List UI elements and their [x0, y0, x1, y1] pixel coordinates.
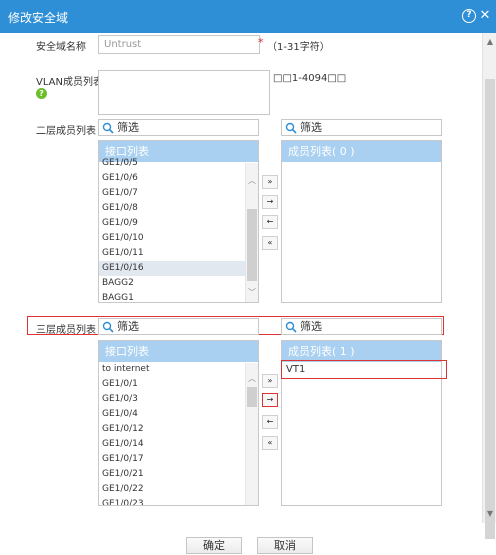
layer2-list-scrollbar[interactable]: ︿ ﹀	[245, 163, 258, 302]
layer2-label: 二层成员列表	[36, 126, 96, 137]
scroll-thumb[interactable]	[485, 79, 495, 539]
search-icon	[102, 321, 114, 333]
dialog-titlebar: 修改安全域 ? ✕	[0, 0, 496, 33]
list-item[interactable]: GE1/0/10	[99, 231, 258, 246]
list-item[interactable]: BAGG2	[99, 276, 258, 291]
list-item[interactable]: GE1/0/1	[99, 377, 258, 392]
layer2-filter-left[interactable]: 筛选	[98, 119, 259, 136]
vlan-textarea[interactable]	[98, 70, 270, 115]
search-icon	[285, 321, 297, 333]
vlan-label: VLAN成员列表	[36, 77, 103, 88]
remove-button[interactable]: ←	[262, 415, 278, 429]
remove-button[interactable]: ←	[262, 215, 278, 229]
search-icon	[102, 122, 114, 134]
chevron-down-icon[interactable]: ﹀	[246, 287, 258, 299]
list-item[interactable]: GE1/0/11	[99, 246, 258, 261]
dialog-scrollbar[interactable]: ▲ ▼	[482, 33, 496, 539]
ok-button[interactable]: 确定	[186, 537, 242, 554]
add-button[interactable]: →	[262, 393, 278, 407]
chevron-up-icon[interactable]: ︿	[246, 373, 258, 385]
layer3-list-scrollbar[interactable]: ︿	[245, 363, 258, 505]
scroll-thumb[interactable]	[247, 209, 257, 281]
list-item[interactable]: GE1/0/22	[99, 482, 258, 497]
vt1-highlight-box	[281, 360, 447, 379]
list-item[interactable]: GE1/0/12	[99, 422, 258, 437]
list-item[interactable]: GE1/0/14	[99, 437, 258, 452]
scroll-down-icon[interactable]: ▼	[483, 507, 496, 521]
list-item[interactable]: GE1/0/3	[99, 392, 258, 407]
vlan-hint: □□1-4094□□	[273, 73, 347, 84]
zone-name-hint: （1-31字符）	[267, 42, 330, 53]
remove-all-button[interactable]: «	[262, 436, 278, 450]
help-icon[interactable]: ?	[462, 9, 476, 23]
scroll-up-icon[interactable]: ▲	[483, 35, 496, 49]
list-item[interactable]: BAGG1	[99, 291, 258, 302]
layer2-member-header: 成员列表( 0 )	[282, 141, 441, 162]
list-item[interactable]: GE1/0/4	[99, 407, 258, 422]
cancel-button[interactable]: 取消	[257, 537, 313, 554]
layer3-available-list[interactable]: 接口列表 to internet GE1/0/1 GE1/0/3 GE1/0/4…	[98, 340, 259, 506]
list-item[interactable]: to internet	[99, 362, 258, 377]
layer3-filter-right[interactable]: 筛选	[281, 318, 442, 335]
remove-all-button[interactable]: «	[262, 236, 278, 250]
zone-name-label: 安全域名称	[36, 42, 86, 53]
list-item[interactable]: GE1/0/8	[99, 201, 258, 216]
zone-name-input[interactable]: Untrust	[98, 35, 260, 54]
chevron-up-icon[interactable]: ︿	[246, 175, 258, 187]
layer2-available-list[interactable]: 接口列表 GE1/0/5 GE1/0/6 GE1/0/7 GE1/0/8 GE1…	[98, 140, 259, 303]
layer3-member-header: 成员列表( 1 )	[282, 341, 441, 362]
dialog-title: 修改安全域	[8, 11, 69, 25]
list-item[interactable]: GE1/0/6	[99, 171, 258, 186]
search-icon	[285, 122, 297, 134]
required-mark: *	[258, 36, 264, 49]
layer3-filter-left[interactable]: 筛选	[98, 318, 259, 335]
list-item[interactable]: GE1/0/5	[99, 156, 258, 171]
layer2-filter-right[interactable]: 筛选	[281, 119, 442, 136]
add-all-button[interactable]: »	[262, 374, 278, 388]
list-item[interactable]: GE1/0/7	[99, 186, 258, 201]
list-item[interactable]: GE1/0/23	[99, 497, 258, 505]
add-all-button[interactable]: »	[262, 175, 278, 189]
scroll-thumb[interactable]	[247, 387, 257, 407]
vlan-help-icon[interactable]: ?	[36, 88, 47, 99]
layer3-label: 三层成员列表	[36, 325, 96, 336]
list-item[interactable]: GE1/0/17	[99, 452, 258, 467]
list-item[interactable]: GE1/0/21	[99, 467, 258, 482]
add-button[interactable]: →	[262, 195, 278, 209]
list-item-selected[interactable]: GE1/0/16	[99, 261, 258, 276]
layer3-available-header: 接口列表	[99, 341, 258, 362]
close-icon[interactable]: ✕	[478, 9, 492, 23]
list-item[interactable]: GE1/0/9	[99, 216, 258, 231]
layer2-member-list[interactable]: 成员列表( 0 )	[281, 140, 442, 303]
